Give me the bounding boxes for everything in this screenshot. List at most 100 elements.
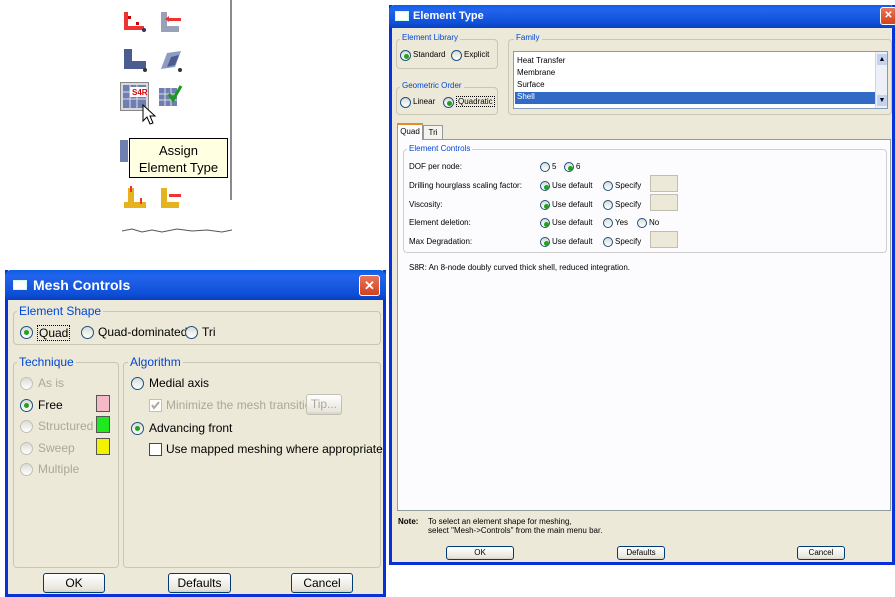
verify-mesh-icon[interactable] bbox=[155, 82, 184, 111]
mesh-part-icon[interactable] bbox=[120, 45, 149, 74]
family-scrollbar[interactable]: ▲ ▼ bbox=[875, 52, 887, 108]
dof-5-radio[interactable] bbox=[540, 162, 550, 172]
window-icon bbox=[395, 11, 409, 21]
note-line1: To select an element shape for meshing, bbox=[428, 517, 572, 526]
dof-6-radio[interactable] bbox=[564, 162, 574, 172]
cancel-button[interactable]: Cancel bbox=[797, 546, 845, 560]
ok-button[interactable]: OK bbox=[43, 573, 105, 593]
deletion-no-radio[interactable] bbox=[637, 218, 647, 228]
technique-free-radio[interactable] bbox=[20, 399, 33, 412]
shape-quad-radio[interactable] bbox=[20, 326, 33, 339]
medial-axis-radio[interactable] bbox=[131, 377, 144, 390]
tooltip: Assign Element Type bbox=[129, 138, 228, 178]
library-explicit-radio[interactable] bbox=[451, 50, 462, 61]
technique-sweep-label: Sweep bbox=[38, 441, 75, 455]
order-quadratic-radio[interactable] bbox=[443, 97, 454, 108]
ok-button[interactable]: OK bbox=[446, 546, 514, 560]
viscosity-default-label[interactable]: Use default bbox=[552, 200, 592, 209]
dof-6-label[interactable]: 6 bbox=[576, 162, 580, 171]
seed-edges-icon[interactable] bbox=[155, 8, 184, 37]
deletion-no-label[interactable]: No bbox=[649, 218, 659, 227]
technique-multiple-radio[interactable] bbox=[20, 463, 33, 476]
element-library-label: Element Library bbox=[400, 33, 461, 42]
drilling-value-field[interactable] bbox=[650, 175, 678, 192]
viscosity-value-field[interactable] bbox=[650, 194, 678, 211]
drilling-default-radio[interactable] bbox=[540, 181, 550, 191]
shape-quad-dominated-label[interactable]: Quad-dominated bbox=[98, 325, 187, 339]
tab-quad[interactable]: Quad bbox=[397, 123, 423, 140]
technique-structured-radio[interactable] bbox=[20, 420, 33, 433]
advancing-front-radio[interactable] bbox=[131, 422, 144, 435]
degradation-default-label[interactable]: Use default bbox=[552, 237, 592, 246]
viscosity-specify-radio[interactable] bbox=[603, 200, 613, 210]
family-label: Family bbox=[514, 33, 542, 42]
defaults-button[interactable]: Defaults bbox=[617, 546, 665, 560]
seed-part-icon[interactable] bbox=[120, 8, 149, 37]
library-standard-label[interactable]: Standard bbox=[413, 50, 445, 59]
order-linear-label[interactable]: Linear bbox=[413, 97, 435, 106]
cancel-button[interactable]: Cancel bbox=[291, 573, 353, 593]
technique-asis-radio[interactable] bbox=[20, 377, 33, 390]
mesh-controls-titlebar[interactable]: Mesh Controls ✕ bbox=[5, 270, 386, 300]
minimize-transition-label: Minimize the mesh transition bbox=[166, 398, 319, 412]
family-item[interactable]: Heat Transfer bbox=[517, 56, 565, 65]
close-icon[interactable]: ✕ bbox=[880, 7, 895, 25]
element-shape-label: Element Shape bbox=[17, 304, 104, 318]
element-type-title: Element Type bbox=[413, 10, 484, 22]
delete-mesh-icon[interactable] bbox=[155, 184, 184, 213]
degradation-specify-label[interactable]: Specify bbox=[615, 237, 641, 246]
toolbox-panel: S4R Assign Element Type bbox=[112, 0, 242, 233]
medial-axis-label[interactable]: Medial axis bbox=[149, 376, 209, 390]
viscosity-specify-label[interactable]: Specify bbox=[615, 200, 641, 209]
element-controls-label: Element Controls bbox=[407, 144, 473, 153]
close-icon[interactable]: ✕ bbox=[359, 275, 380, 296]
window-icon bbox=[13, 280, 27, 290]
element-deletion-label: Element deletion: bbox=[409, 218, 471, 227]
deletion-default-radio[interactable] bbox=[540, 218, 550, 228]
element-type-titlebar[interactable]: Element Type ✕ bbox=[389, 5, 895, 28]
family-list[interactable]: Heat Transfer Membrane Surface Shell ▲ ▼ bbox=[513, 51, 888, 109]
technique-label: Technique bbox=[17, 355, 76, 369]
mapped-meshing-checkbox[interactable] bbox=[149, 443, 162, 456]
shape-tri-label[interactable]: Tri bbox=[202, 325, 216, 339]
drilling-default-label[interactable]: Use default bbox=[552, 181, 592, 190]
degradation-default-radio[interactable] bbox=[540, 237, 550, 247]
order-quadratic-label[interactable]: Quadratic bbox=[456, 96, 495, 107]
degradation-specify-radio[interactable] bbox=[603, 237, 613, 247]
tip-button[interactable]: Tip... bbox=[306, 394, 342, 415]
scroll-down-icon[interactable]: ▼ bbox=[877, 95, 887, 106]
family-item[interactable]: Membrane bbox=[517, 68, 555, 77]
advancing-front-label[interactable]: Advancing front bbox=[149, 421, 232, 435]
tab-tri[interactable]: Tri bbox=[423, 125, 443, 140]
order-linear-radio[interactable] bbox=[400, 97, 411, 108]
library-explicit-label[interactable]: Explicit bbox=[464, 50, 489, 59]
drilling-specify-label[interactable]: Specify bbox=[615, 181, 641, 190]
defaults-button[interactable]: Defaults bbox=[168, 573, 231, 593]
deletion-default-label[interactable]: Use default bbox=[552, 218, 592, 227]
technique-free-label[interactable]: Free bbox=[38, 398, 63, 412]
shape-quad-label[interactable]: Quad bbox=[37, 325, 71, 341]
drilling-specify-radio[interactable] bbox=[603, 181, 613, 191]
technique-sweep-radio[interactable] bbox=[20, 442, 33, 455]
scroll-up-icon[interactable]: ▲ bbox=[877, 54, 887, 65]
library-standard-radio[interactable] bbox=[400, 50, 411, 61]
viscosity-default-radio[interactable] bbox=[540, 200, 550, 210]
minimize-transition-checkbox[interactable] bbox=[149, 399, 162, 412]
deletion-yes-radio[interactable] bbox=[603, 218, 613, 228]
deletion-yes-label[interactable]: Yes bbox=[615, 218, 628, 227]
note-line2: select "Mesh->Controls" from the main me… bbox=[428, 526, 603, 535]
viscosity-label: Viscosity: bbox=[409, 200, 443, 209]
mesh-region-icon[interactable] bbox=[155, 45, 184, 74]
mesh-controls-icon[interactable] bbox=[120, 184, 149, 213]
family-item-selected[interactable]: Shell bbox=[515, 92, 875, 104]
degradation-value-field[interactable] bbox=[650, 231, 678, 248]
family-item[interactable]: Surface bbox=[517, 80, 545, 89]
element-type-dialog: Element Type ✕ Element Library Standard … bbox=[389, 5, 895, 565]
mapped-meshing-label[interactable]: Use mapped meshing where appropriate bbox=[166, 442, 383, 456]
dof-5-label[interactable]: 5 bbox=[552, 162, 556, 171]
sweep-color-swatch bbox=[96, 438, 110, 455]
max-degradation-label: Max Degradation: bbox=[409, 237, 473, 246]
tooltip-line2: Element Type bbox=[138, 160, 219, 175]
shape-quad-dominated-radio[interactable] bbox=[81, 326, 94, 339]
shape-tri-radio[interactable] bbox=[185, 326, 198, 339]
